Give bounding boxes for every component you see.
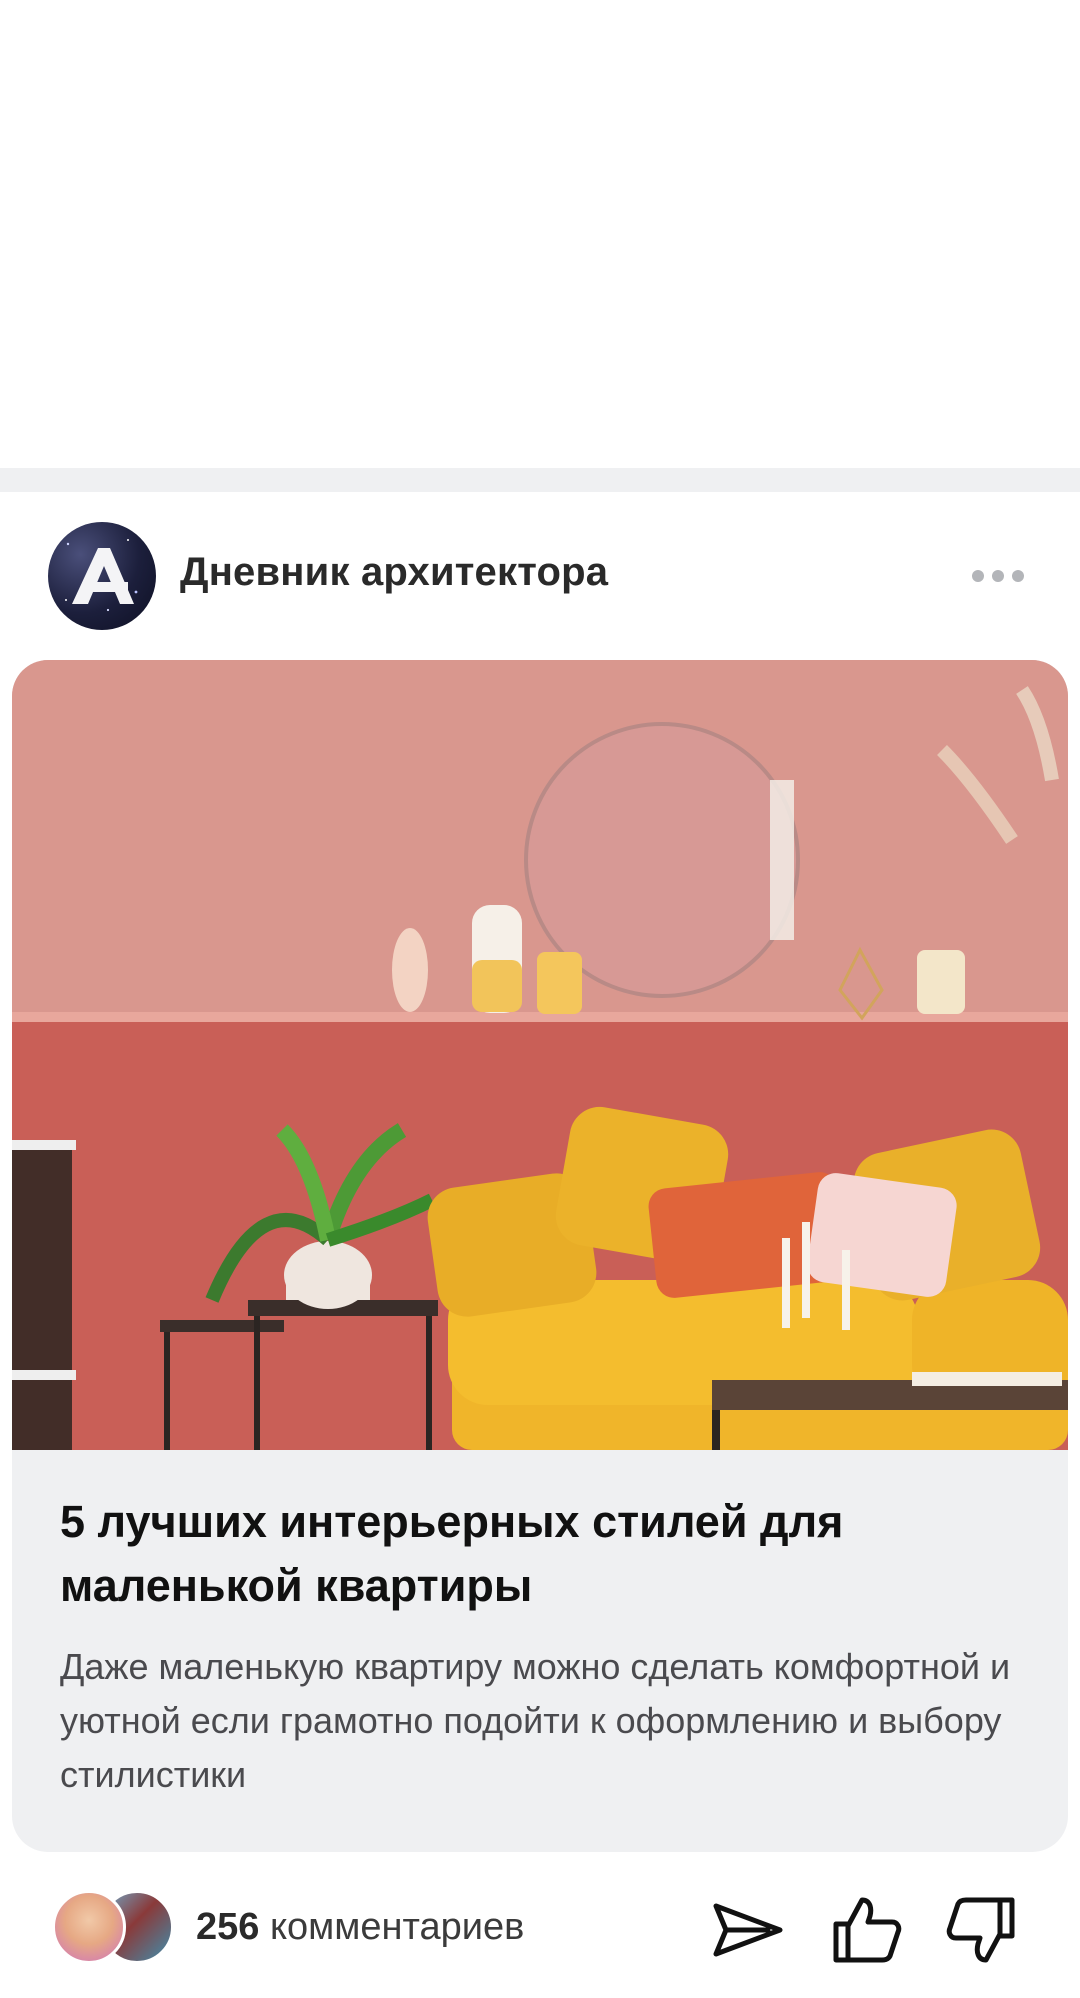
thumbs-down-icon	[946, 1897, 1015, 1963]
article-footer: 256 комментариев	[0, 1880, 1080, 1980]
article-card[interactable]: 5 лучших интерьерных стилей для маленько…	[12, 660, 1068, 1852]
more-dot	[1012, 570, 1024, 582]
thumbs-up-icon	[833, 1897, 902, 1963]
like-button[interactable]	[826, 1890, 906, 1970]
more-dot	[992, 570, 1004, 582]
top-blank-area	[0, 0, 1080, 468]
more-dots-icon[interactable]	[948, 550, 1048, 602]
comments-link[interactable]: 256 комментариев	[196, 1906, 524, 1949]
article-subtitle: Даже маленькую квартиру можно сделать ко…	[60, 1646, 1011, 1795]
share-icon	[713, 1903, 783, 1957]
comments-count: 256	[196, 1906, 260, 1948]
channel-name[interactable]: Дневник архитектора	[180, 550, 608, 595]
channel-logo-a-icon[interactable]	[48, 522, 156, 630]
commenter-avatars	[52, 1890, 182, 1966]
article-title[interactable]: 5 лучших интерьерных стилей для маленько…	[60, 1490, 1020, 1618]
channel-header: Дневник архитектора	[0, 520, 1080, 632]
comments-label: комментариев	[269, 1906, 525, 1948]
article-text: 5 лучших интерьерных стилей для маленько…	[60, 1490, 1020, 1802]
more-dot	[972, 570, 984, 582]
dislike-button[interactable]	[942, 1890, 1022, 1970]
share-button[interactable]	[708, 1890, 788, 1970]
avatar	[52, 1890, 126, 1964]
feed-divider	[0, 468, 1080, 492]
article-cover-image[interactable]	[12, 660, 1068, 1450]
